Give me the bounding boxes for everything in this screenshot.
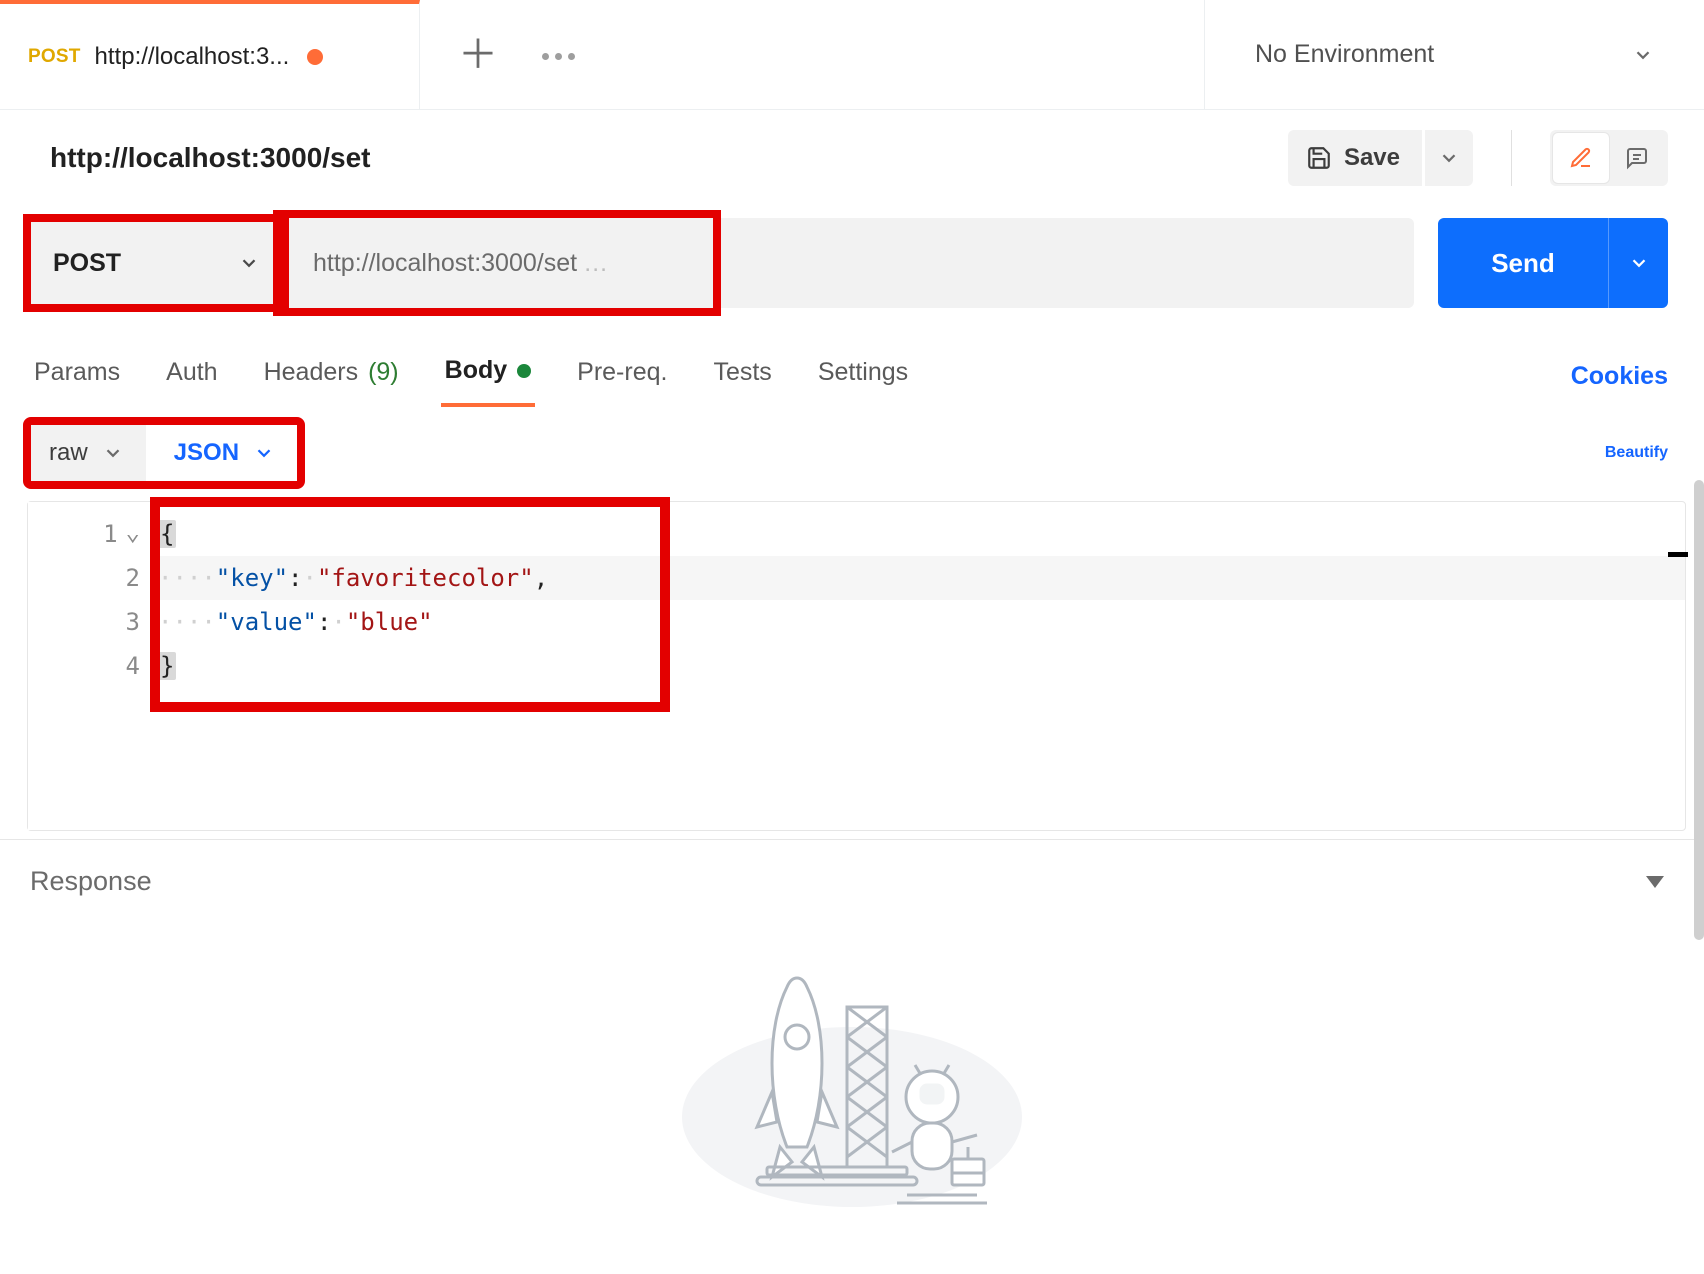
beautify-link[interactable]: Beautify [1605,444,1668,462]
send-group: Send [1438,218,1668,308]
body-type-group: raw JSON [27,421,301,485]
comment-icon [1625,146,1649,170]
http-method-label: POST [53,249,121,278]
tab-headers[interactable]: Headers (9) [260,348,403,405]
new-tab-icon[interactable]: ＋ [458,35,498,75]
body-active-indicator-icon [517,364,531,378]
line-number: 3 [126,608,140,636]
url-input-wrap: http://localhost:3000/set … [285,218,1414,308]
scrollbar[interactable] [1694,480,1704,940]
tab-prereq[interactable]: Pre-req. [573,348,671,405]
code-token: { [158,520,176,548]
code-token: "key" [216,564,288,592]
edit-view-button[interactable] [1553,133,1609,183]
send-button[interactable]: Send [1438,218,1608,308]
view-toggle [1550,130,1668,186]
response-placeholder [0,909,1704,1274]
chevron-down-icon [253,442,275,464]
chevron-down-icon [238,252,260,274]
rocket-illustration-icon [677,947,1027,1207]
tab-headers-label: Headers [264,358,359,387]
tab-body[interactable]: Body [441,346,536,407]
pencil-icon [1569,146,1593,170]
editor-code[interactable]: { ····"key":·"favoritecolor", ····"value… [158,502,1685,830]
unsaved-indicator-icon [307,49,323,65]
highlight-box [277,214,717,312]
tab-actions: ＋ [420,35,575,75]
divider [1511,130,1512,186]
cookies-link-label: Cookies [1571,362,1668,390]
line-number: 2 [126,564,140,592]
environment-label: No Environment [1255,40,1434,69]
body-language-select[interactable]: JSON [146,421,301,485]
http-method-select[interactable]: POST [27,218,285,308]
tab-auth-label: Auth [166,358,217,387]
fold-icon[interactable]: ⌄ [126,510,140,554]
url-row: POST http://localhost:3000/set … Send [0,218,1704,322]
code-token: "blue" [346,608,433,636]
collapse-icon[interactable] [1646,876,1664,888]
chevron-down-icon [1628,252,1650,274]
body-mode-select[interactable]: raw [27,421,146,485]
line-number: 4 [126,652,140,680]
more-tabs-icon[interactable] [542,49,575,60]
save-button[interactable]: Save [1288,130,1422,186]
chevron-down-icon [102,442,124,464]
tab-settings[interactable]: Settings [814,348,912,405]
comment-view-button[interactable] [1609,133,1665,183]
cursor-indicator [1668,552,1688,557]
response-label: Response [30,866,152,897]
line-number: 1 [103,520,117,548]
topbar: POST http://localhost:3... ＋ No Environm… [0,0,1704,110]
tab-tests[interactable]: Tests [709,348,775,405]
tab-body-label: Body [445,356,508,385]
body-mode-label: raw [49,439,88,467]
editor-gutter: 1 ⌄ 2 3 4 [28,502,158,830]
body-language-label: JSON [174,439,239,467]
cookies-link[interactable]: Cookies [1571,362,1668,391]
environment-selector[interactable]: No Environment [1204,0,1704,109]
body-options-row: raw JSON Beautify [0,407,1704,501]
body-editor[interactable]: 1 ⌄ 2 3 4 { ····"key":·"favoritecolor", ·… [27,501,1686,831]
save-options-button[interactable] [1425,130,1473,186]
send-button-label: Send [1491,248,1555,279]
save-group: Save [1288,130,1473,186]
request-tabs: Params Auth Headers (9) Body Pre-req. Te… [0,322,1704,407]
tab-params[interactable]: Params [30,348,124,405]
tab-title: http://localhost:3... [95,43,290,71]
tab-tests-label: Tests [713,358,771,387]
save-icon [1306,145,1332,171]
tab-prereq-label: Pre-req. [577,358,667,387]
titlebar: http://localhost:3000/set Save [0,110,1704,218]
headers-count: (9) [368,358,399,387]
tab-method: POST [28,46,81,68]
code-token: "value" [216,608,317,636]
request-tab[interactable]: POST http://localhost:3... [0,0,420,109]
tab-settings-label: Settings [818,358,908,387]
send-options-button[interactable] [1608,218,1668,308]
tab-auth[interactable]: Auth [162,348,221,405]
beautify-link-label: Beautify [1605,444,1668,461]
url-container: POST http://localhost:3000/set … [27,218,1414,308]
response-header[interactable]: Response [0,840,1704,909]
code-token: "favoritecolor" [317,564,534,592]
tab-params-label: Params [34,358,120,387]
code-token: } [158,652,176,680]
chevron-down-icon [1632,44,1654,66]
request-title[interactable]: http://localhost:3000/set [50,142,1272,174]
save-button-label: Save [1344,144,1400,172]
chevron-down-icon [1438,147,1460,169]
